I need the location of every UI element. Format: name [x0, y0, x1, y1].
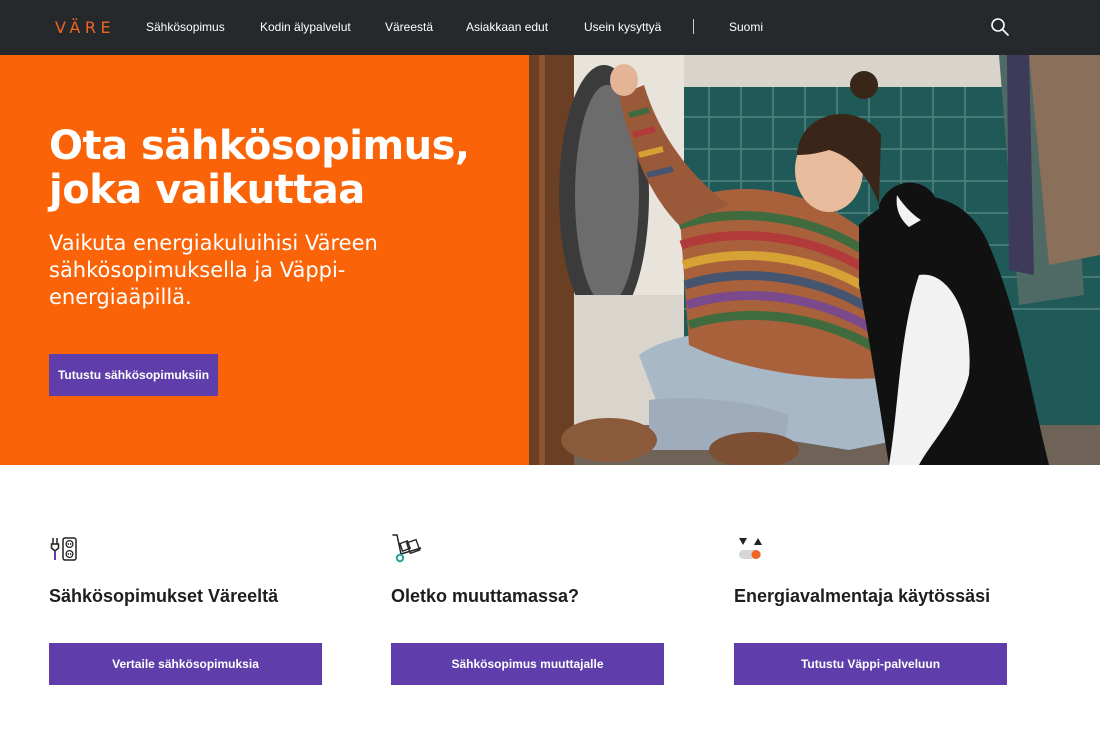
- feature-title: Energiavalmentaja käytössäsi: [734, 586, 991, 606]
- hero-subtitle: Vaikuta energiakuluihisi Väreen sähkösop…: [49, 231, 378, 309]
- nav-item-usein-kysyttya[interactable]: Usein kysyttyä: [584, 20, 661, 34]
- search-icon[interactable]: [990, 17, 1010, 37]
- hero-title: Ota sähkösopimus, joka vaikuttaa: [49, 123, 470, 213]
- feature-card-moving: Oletko muuttamassa? Sähkösopimus muuttaj…: [391, 532, 666, 692]
- nav-divider: [693, 19, 694, 34]
- explore-vappi-button[interactable]: Tutustu Väppi-palveluun: [734, 643, 1007, 685]
- feature-title: Oletko muuttamassa?: [391, 586, 580, 606]
- nav-item-kodin-alypalvelut[interactable]: Kodin älypalvelut: [260, 20, 351, 34]
- feature-card-contracts: Sähkösopimukset Väreeltä Vertaile sähkös…: [49, 532, 324, 692]
- feature-title: Sähkösopimukset Väreeltä: [49, 586, 279, 606]
- contract-for-movers-button[interactable]: Sähkösopimus muuttajalle: [391, 643, 664, 685]
- explore-contracts-button[interactable]: Tutustu sähkösopimuksiin: [49, 354, 218, 396]
- hand-truck-icon: [391, 532, 423, 564]
- vare-logo[interactable]: VÄRE: [55, 18, 115, 37]
- top-navigation-bar: VÄRE Sähkösopimus Kodin älypalvelut Väre…: [0, 0, 1100, 55]
- nav-item-sahkosopimus[interactable]: Sähkösopimus: [146, 20, 225, 34]
- energy-coach-icon: [734, 532, 766, 564]
- language-selector[interactable]: Suomi: [729, 20, 763, 34]
- power-outlet-icon: [49, 532, 81, 564]
- feature-card-energy-coach: Energiavalmentaja käytössäsi Tutustu Väp…: [734, 532, 1009, 692]
- nav-item-asiakkaan-edut[interactable]: Asiakkaan edut: [466, 20, 548, 34]
- nav-item-vareesta[interactable]: Väreestä: [385, 20, 433, 34]
- hero-photo: [529, 55, 1100, 465]
- compare-contracts-button[interactable]: Vertaile sähkösopimuksia: [49, 643, 322, 685]
